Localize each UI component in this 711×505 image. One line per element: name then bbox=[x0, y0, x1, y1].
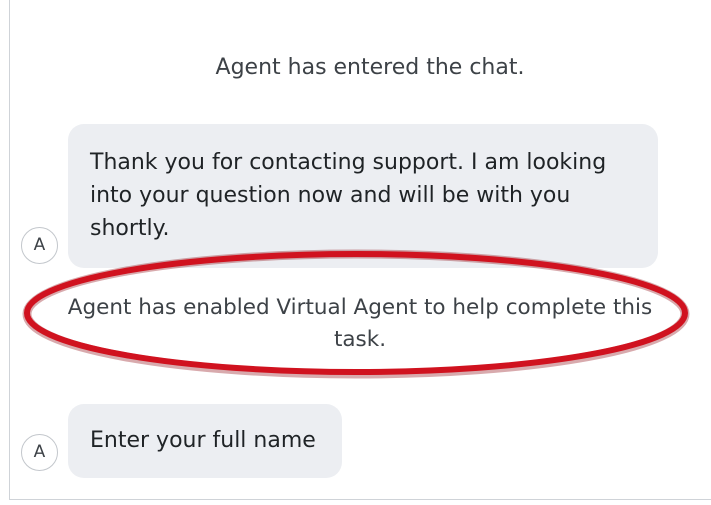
panel-left-border bbox=[9, 0, 10, 500]
agent-message-bubble: Thank you for contacting support. I am l… bbox=[68, 124, 658, 268]
system-message-agent-entered: Agent has entered the chat. bbox=[215, 55, 525, 80]
panel-bottom-border bbox=[9, 499, 711, 500]
system-message-virtual-agent-enabled: Agent has enabled Virtual Agent to help … bbox=[67, 295, 653, 352]
agent-avatar: A bbox=[21, 434, 58, 471]
agent-avatar: A bbox=[21, 227, 58, 264]
agent-message-bubble: Enter your full name bbox=[68, 404, 342, 478]
